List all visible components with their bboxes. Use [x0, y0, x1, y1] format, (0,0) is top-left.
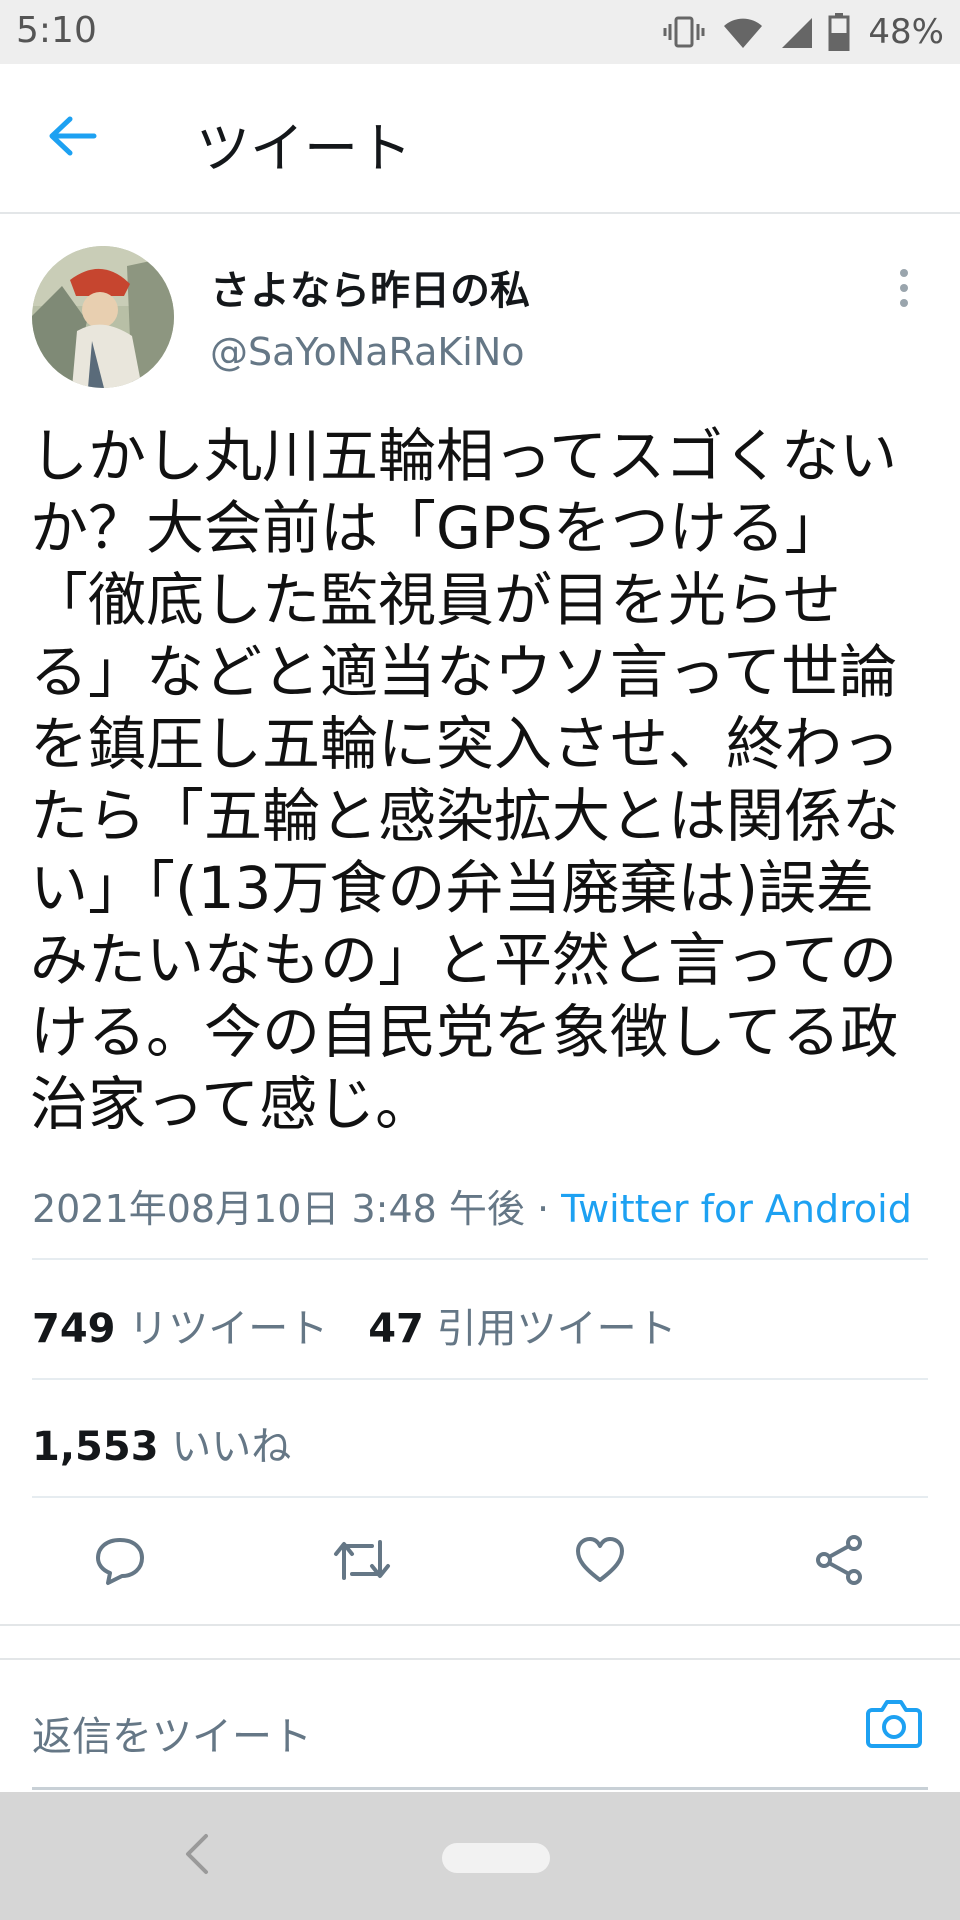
tweet-source-link[interactable]: Twitter for Android — [561, 1187, 912, 1231]
likes-stats-row: 1,553 いいね — [32, 1414, 291, 1472]
quotes-label: 引用ツイート — [436, 1306, 677, 1352]
system-nav-bar — [0, 1792, 960, 1920]
retweets-count: 749 — [32, 1306, 116, 1352]
reply-button[interactable] — [94, 1534, 146, 1590]
signal-icon — [782, 18, 813, 48]
reply-icon — [96, 1538, 144, 1585]
back-button[interactable] — [46, 114, 98, 162]
likes-stat[interactable]: 1,553 いいね — [32, 1424, 291, 1470]
system-home-pill[interactable] — [442, 1843, 550, 1873]
wifi-icon — [724, 18, 763, 48]
quotes-stat[interactable]: 47 引用ツイート — [368, 1306, 676, 1352]
reply-composer[interactable]: 返信をツイート — [0, 1658, 960, 1790]
divider — [32, 1258, 928, 1260]
like-button[interactable] — [574, 1534, 626, 1588]
status-bar: 5:10 48% — [0, 0, 960, 64]
status-icons: 48% — [662, 10, 944, 54]
divider — [32, 1378, 928, 1380]
more-options-button[interactable] — [896, 268, 912, 312]
avatar[interactable] — [32, 246, 174, 388]
meta-separator: · — [524, 1187, 562, 1231]
status-time: 5:10 — [16, 10, 97, 51]
likes-label: いいね — [171, 1424, 292, 1470]
camera-button[interactable] — [866, 1696, 922, 1754]
battery-icon — [828, 13, 850, 51]
retweets-label: リツイート — [128, 1306, 329, 1352]
user-handle[interactable]: @SaYoNaRaKiNo — [210, 330, 525, 374]
tweet-timestamp[interactable]: 2021年08月10日 3:48 午後 — [32, 1187, 525, 1231]
arrow-left-icon — [49, 116, 97, 156]
quotes-count: 47 — [368, 1306, 424, 1352]
retweet-stats-row: 749 リツイート 47 引用ツイート — [32, 1296, 677, 1354]
battery-percent: 48% — [868, 12, 944, 52]
chevron-left-icon — [186, 1834, 208, 1874]
page-title: ツイート — [196, 117, 412, 180]
reply-input[interactable]: 返信をツイート — [32, 1704, 312, 1762]
display-name[interactable]: さよなら昨日の私 — [210, 258, 530, 316]
tweet-text: しかし丸川五輪相ってスゴくないか？大会前は「GPSをつける」「徹底した監視員が目… — [30, 422, 901, 1138]
divider — [32, 1496, 928, 1498]
share-button[interactable] — [814, 1534, 866, 1590]
vibrate-icon — [663, 16, 705, 48]
camera-icon — [866, 1700, 922, 1748]
system-back-button[interactable] — [182, 1832, 212, 1880]
tweet-metadata: 2021年08月10日 3:48 午後 · Twitter for Androi… — [32, 1178, 912, 1233]
header-bar: ツイート — [0, 64, 960, 214]
likes-count: 1,553 — [32, 1424, 159, 1470]
retweet-icon — [334, 1540, 390, 1580]
tweet-actions — [0, 1500, 960, 1620]
share-icon — [816, 1535, 862, 1585]
divider — [0, 1624, 960, 1626]
retweet-button[interactable] — [332, 1534, 392, 1590]
retweets-stat[interactable]: 749 リツイート — [32, 1306, 328, 1352]
like-icon — [576, 1537, 624, 1582]
reply-input-underline — [32, 1787, 928, 1790]
vertical-dots-icon — [900, 269, 908, 307]
